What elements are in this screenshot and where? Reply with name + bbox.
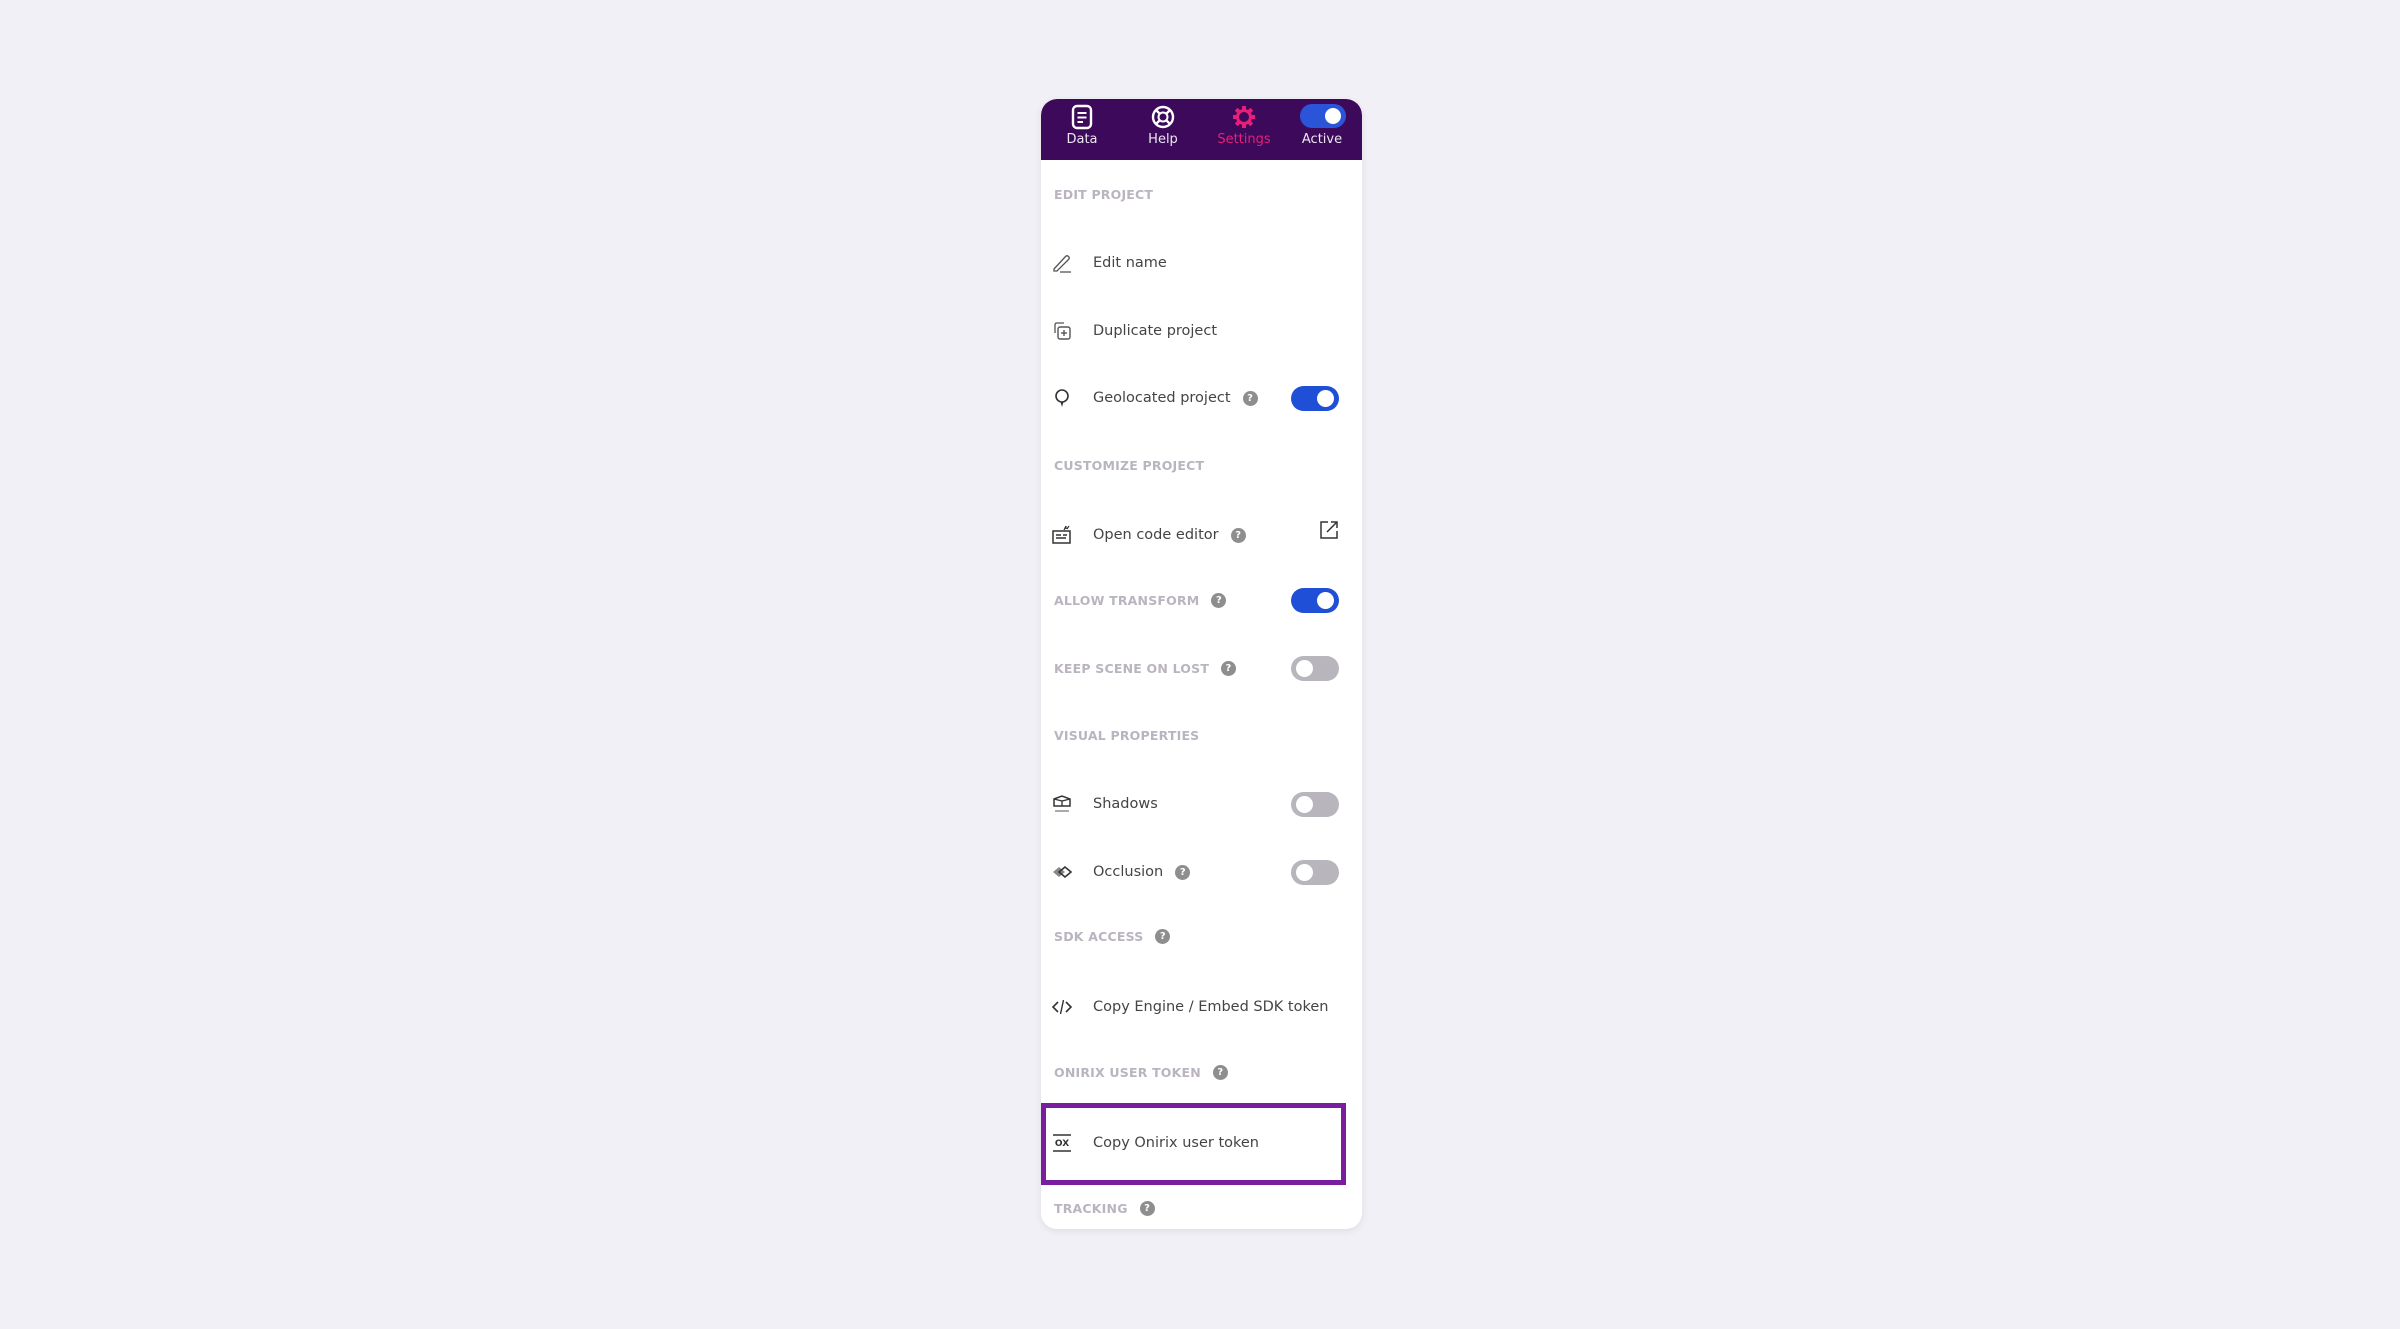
geolocated-project-item: Geolocated project? (1041, 378, 1362, 418)
section-title: CUSTOMIZE PROJECT (1054, 458, 1205, 473)
section-sdk-access: SDK ACCESS? (1054, 929, 1171, 944)
open-code-editor-label: Open code editor? (1093, 527, 1246, 543)
code-icon (1051, 996, 1073, 1018)
occlusion-text: Occlusion (1093, 864, 1164, 880)
geolocated-project-text: Geolocated project (1093, 390, 1231, 406)
section-title: EDIT PROJECT (1054, 187, 1154, 202)
occlusion-toggle[interactable] (1291, 859, 1339, 885)
section-onirix-user-token: ONIRIX USER TOKEN? (1054, 1065, 1228, 1080)
tab-help[interactable]: Help (1123, 99, 1203, 160)
tab-help-label: Help (1148, 132, 1178, 147)
toggle-knob (1317, 389, 1334, 407)
shadow-cube-icon (1051, 793, 1073, 815)
duplicate-project-label: Duplicate project (1093, 323, 1218, 339)
help-icon[interactable]: ? (1211, 592, 1227, 608)
copy-sdk-token-label: Copy Engine / Embed SDK token (1093, 999, 1329, 1015)
allow-transform-label: ALLOW TRANSFORM? (1054, 592, 1227, 608)
section-title: ONIRIX USER TOKEN (1054, 1065, 1201, 1080)
keep-scene-on-lost-text: KEEP SCENE ON LOST (1054, 660, 1210, 676)
copy-user-token-item[interactable]: OX Copy Onirix user token (1041, 1123, 1362, 1163)
occlusion-item: Occlusion? (1041, 852, 1362, 892)
code-editor-icon (1051, 524, 1073, 546)
lifebuoy-icon (1151, 105, 1175, 129)
help-icon[interactable]: ? (1230, 527, 1246, 543)
geolocated-project-toggle[interactable] (1291, 385, 1339, 411)
allow-transform-text: ALLOW TRANSFORM (1054, 592, 1200, 608)
section-visual-properties: VISUAL PROPERTIES (1054, 728, 1199, 743)
shadows-toggle[interactable] (1291, 791, 1339, 817)
gear-icon (1233, 106, 1255, 128)
help-icon[interactable]: ? (1212, 1065, 1228, 1080)
pencil-icon (1051, 252, 1073, 274)
keep-scene-on-lost-toggle[interactable] (1291, 655, 1339, 681)
keep-scene-on-lost-label: KEEP SCENE ON LOST? (1054, 660, 1237, 676)
help-icon[interactable]: ? (1155, 929, 1171, 944)
section-title: VISUAL PROPERTIES (1054, 728, 1200, 743)
copy-user-token-label: Copy Onirix user token (1093, 1135, 1259, 1151)
section-customize-project: CUSTOMIZE PROJECT (1054, 458, 1204, 473)
occlusion-label: Occlusion? (1093, 864, 1191, 880)
tab-data[interactable]: Data (1042, 99, 1122, 160)
toggle-knob (1296, 795, 1313, 813)
help-icon[interactable]: ? (1242, 390, 1258, 406)
svg-text:OX: OX (1055, 1139, 1069, 1149)
section-tracking: TRACKING? (1054, 1201, 1155, 1216)
toggle-knob (1317, 591, 1334, 609)
help-icon[interactable]: ? (1221, 660, 1237, 676)
section-title: TRACKING (1054, 1201, 1128, 1216)
occlusion-icon (1051, 861, 1073, 883)
toggle-knob (1296, 863, 1313, 881)
tab-settings-label: Settings (1217, 132, 1271, 147)
toggle-knob (1325, 108, 1341, 124)
toggle-knob (1296, 659, 1313, 677)
help-icon[interactable]: ? (1175, 864, 1191, 880)
shadows-label: Shadows (1093, 796, 1158, 812)
section-title: SDK ACCESS (1054, 929, 1144, 944)
allow-transform-item: ALLOW TRANSFORM? (1041, 580, 1362, 620)
settings-panel: Data Help Settings Active EDIT PROJECT E… (1041, 99, 1362, 1229)
external-link-icon[interactable] (1318, 519, 1340, 541)
help-icon[interactable]: ? (1139, 1201, 1155, 1216)
edit-name-label: Edit name (1093, 255, 1167, 271)
active-toggle[interactable] (1300, 104, 1346, 128)
open-code-editor-item[interactable]: Open code editor? (1041, 515, 1362, 555)
edit-name-item[interactable]: Edit name (1041, 243, 1362, 283)
geolocated-project-label: Geolocated project? (1093, 390, 1258, 406)
onirix-token-icon: OX (1051, 1132, 1073, 1154)
location-pin-icon (1051, 387, 1073, 409)
tab-data-label: Data (1066, 132, 1098, 147)
duplicate-project-item[interactable]: Duplicate project (1041, 311, 1362, 351)
tab-active[interactable]: Active (1282, 99, 1362, 160)
shadows-item: Shadows (1041, 784, 1362, 824)
panel-header: Data Help Settings Active (1041, 99, 1362, 160)
open-code-editor-text: Open code editor (1093, 527, 1219, 543)
keep-scene-on-lost-item: KEEP SCENE ON LOST? (1041, 648, 1362, 688)
allow-transform-toggle[interactable] (1291, 587, 1339, 613)
tab-settings[interactable]: Settings (1204, 99, 1284, 160)
section-edit-project: EDIT PROJECT (1054, 187, 1153, 202)
tab-active-label: Active (1301, 132, 1343, 147)
document-list-icon (1071, 104, 1093, 130)
duplicate-icon (1051, 320, 1073, 342)
copy-sdk-token-item[interactable]: Copy Engine / Embed SDK token (1041, 987, 1362, 1027)
